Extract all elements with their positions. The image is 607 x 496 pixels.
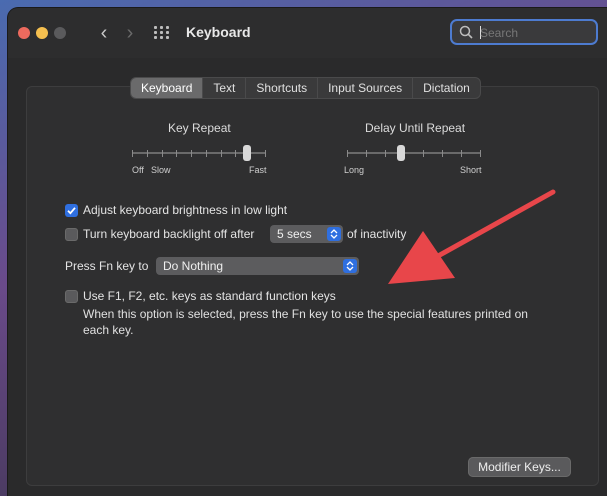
- annotation-arrow-icon: [388, 189, 556, 284]
